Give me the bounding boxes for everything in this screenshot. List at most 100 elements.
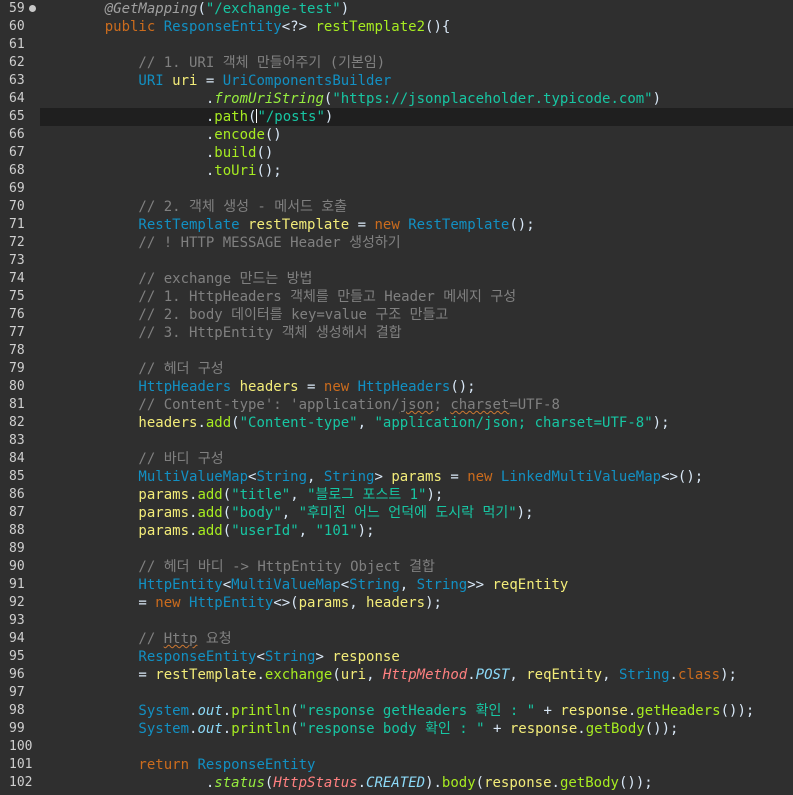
code-text[interactable]: .path("/posts") [71, 108, 333, 126]
code-line[interactable]: 87 params.add("body", "후미진 어느 언덕에 도시락 먹기… [0, 504, 793, 522]
code-text[interactable]: // 3. HttpEntity 객체 생성해서 결합 [71, 324, 401, 342]
code-line[interactable]: 84 // 바디 구성 [0, 450, 793, 468]
code-line[interactable]: 101 return ResponseEntity [0, 756, 793, 774]
code-text[interactable]: URI uri = UriComponentsBuilder [71, 72, 391, 90]
code-token: , [602, 667, 619, 683]
code-token: HttpMethod [382, 667, 468, 683]
code-line[interactable]: 88 params.add("userId", "101"); [0, 522, 793, 540]
code-token: new [155, 595, 190, 611]
code-line[interactable]: 66 .encode() [0, 126, 793, 144]
code-line[interactable]: 74 // exchange 만드는 방법 [0, 270, 793, 288]
code-text[interactable]: // 헤더 구성 [71, 360, 223, 378]
code-text[interactable]: // 1. URI 객체 만들어주기 (기본임) [71, 54, 385, 72]
code-text[interactable]: .encode() [71, 126, 282, 144]
code-text[interactable]: = new HttpEntity<>(params, headers); [71, 594, 442, 612]
code-line[interactable]: 63 URI uri = UriComponentsBuilder [0, 72, 793, 90]
code-line[interactable]: 97 [0, 684, 793, 702]
code-text[interactable]: public ResponseEntity<?> restTemplate2()… [71, 18, 451, 36]
code-line[interactable]: 70 // 2. 객체 생성 - 메서드 호출 [0, 198, 793, 216]
code-line[interactable]: 77 // 3. HttpEntity 객체 생성해서 결합 [0, 324, 793, 342]
code-line[interactable]: 95 ResponseEntity<String> response [0, 648, 793, 666]
code-line[interactable]: 75 // 1. HttpHeaders 객체를 만들고 Header 메세지 … [0, 288, 793, 306]
code-text[interactable]: .fromUriString("https://jsonplaceholder.… [71, 90, 661, 108]
code-text[interactable]: // 2. 객체 생성 - 메서드 호출 [71, 198, 347, 216]
code-text[interactable]: @GetMapping("/exchange-test") [71, 0, 349, 18]
code-line[interactable]: 67 .build() [0, 144, 793, 162]
code-line[interactable]: 69 [0, 180, 793, 198]
code-text[interactable]: .toUri(); [71, 162, 282, 180]
code-line[interactable]: 61 [0, 36, 793, 54]
line-number: 101 [0, 756, 40, 774]
code-text[interactable]: RestTemplate restTemplate = new RestTemp… [71, 216, 534, 234]
code-token: ()); [644, 721, 679, 737]
code-text[interactable]: // exchange 만드는 방법 [71, 270, 312, 288]
code-line[interactable]: 86 params.add("title", "블로그 포스트 1"); [0, 486, 793, 504]
code-text[interactable]: // Content-type': 'application/json; cha… [71, 396, 559, 414]
code-text[interactable]: // 1. HttpHeaders 객체를 만들고 Header 메세지 구성 [71, 288, 516, 306]
code-editor[interactable]: 59 @GetMapping("/exchange-test") 60 publi… [0, 0, 793, 795]
code-line[interactable]: 83 [0, 432, 793, 450]
code-line[interactable]: 72 // ! HTTP MESSAGE Header 생성하기 [0, 234, 793, 252]
code-token: < [340, 577, 350, 593]
code-line[interactable]: 68 .toUri(); [0, 162, 793, 180]
code-line[interactable]: 91 HttpEntity<MultiValueMap<String, Stri… [0, 576, 793, 594]
code-line[interactable]: 93 [0, 612, 793, 630]
code-text[interactable]: params.add("userId", "101"); [71, 522, 374, 540]
code-line[interactable]: 71 RestTemplate restTemplate = new RestT… [0, 216, 793, 234]
code-text[interactable]: ResponseEntity<String> response [71, 648, 399, 666]
code-line[interactable]: 98 System.out.println("response getHeade… [0, 702, 793, 720]
code-line[interactable]: 82 headers.add("Content-type", "applicat… [0, 414, 793, 432]
code-token: HttpHeaders [71, 379, 240, 395]
code-line[interactable]: 99 System.out.println("response body 확인 … [0, 720, 793, 738]
code-line[interactable]: 96 = restTemplate.exchange(uri, HttpMeth… [0, 666, 793, 684]
line-number: 73 [0, 252, 40, 270]
code-token: (); [450, 379, 476, 395]
code-line[interactable]: 79 // 헤더 구성 [0, 360, 793, 378]
code-line[interactable]: 80 HttpHeaders headers = new HttpHeaders… [0, 378, 793, 396]
code-line[interactable]: 65 .path("/posts") [0, 108, 793, 126]
code-line[interactable]: 92 = new HttpEntity<>(params, headers); [0, 594, 793, 612]
code-text[interactable]: System.out.println("response body 확인 : "… [71, 720, 678, 738]
code-line[interactable]: 90 // 헤더 바디 -> HttpEntity Object 결합 [0, 558, 793, 576]
code-line[interactable]: 60 public ResponseEntity<?> restTemplate… [0, 18, 793, 36]
code-text[interactable]: // Http 요청 [71, 630, 231, 648]
line-number: 90 [0, 558, 40, 576]
code-text[interactable]: = restTemplate.exchange(uri, HttpMethod.… [71, 666, 737, 684]
code-token: RestTemplate [408, 217, 510, 233]
code-line[interactable]: 85 MultiValueMap<String, String> params … [0, 468, 793, 486]
code-token: getHeaders [636, 703, 721, 719]
code-text[interactable]: HttpEntity<MultiValueMap<String, String>… [71, 576, 568, 594]
code-text[interactable]: // 2. body 데이터를 key=value 구조 만들고 [71, 306, 448, 324]
line-number: 93 [0, 612, 40, 630]
code-token: exchange [264, 667, 333, 683]
code-token: // 2. 객체 생성 - 메서드 호출 [71, 199, 348, 215]
code-text[interactable]: params.add("body", "후미진 어느 언덕에 도시락 먹기"); [71, 504, 533, 522]
code-text[interactable]: headers.add("Content-type", "application… [71, 414, 669, 432]
code-text[interactable]: .build() [71, 144, 273, 162]
code-text[interactable]: // 헤더 바디 -> HttpEntity Object 결합 [71, 558, 434, 576]
code-line[interactable]: 89 [0, 540, 793, 558]
code-line[interactable]: 73 [0, 252, 793, 270]
code-token: >> [467, 577, 493, 593]
code-line[interactable]: 59 @GetMapping("/exchange-test") [0, 0, 793, 18]
code-line[interactable]: 94 // Http 요청 [0, 630, 793, 648]
code-token: "title" [231, 487, 291, 503]
code-text[interactable]: // ! HTTP MESSAGE Header 생성하기 [71, 234, 400, 252]
code-line[interactable]: 64 .fromUriString("https://jsonplacehold… [0, 90, 793, 108]
code-line[interactable]: 62 // 1. URI 객체 만들어주기 (기본임) [0, 54, 793, 72]
code-line[interactable]: 100 [0, 738, 793, 756]
code-token: "application/json; charset=UTF-8" [374, 415, 653, 431]
code-line[interactable]: 78 [0, 342, 793, 360]
code-text[interactable]: return ResponseEntity [71, 756, 315, 774]
code-token: ()); [618, 775, 653, 791]
code-text[interactable]: MultiValueMap<String, String> params = n… [71, 468, 703, 486]
code-text[interactable]: params.add("title", "블로그 포스트 1"); [71, 486, 443, 504]
fold-marker-icon[interactable] [29, 5, 36, 12]
code-line[interactable]: 76 // 2. body 데이터를 key=value 구조 만들고 [0, 306, 793, 324]
code-line[interactable]: 81 // Content-type': 'application/json; … [0, 396, 793, 414]
code-text[interactable]: System.out.println("response getHeaders … [71, 702, 754, 720]
code-text[interactable]: HttpHeaders headers = new HttpHeaders(); [71, 378, 476, 396]
code-text[interactable]: // 바디 구성 [71, 450, 223, 468]
code-text[interactable]: .status(HttpStatus.CREATED).body(respons… [71, 774, 653, 792]
code-line[interactable]: 102 .status(HttpStatus.CREATED).body(res… [0, 774, 793, 792]
